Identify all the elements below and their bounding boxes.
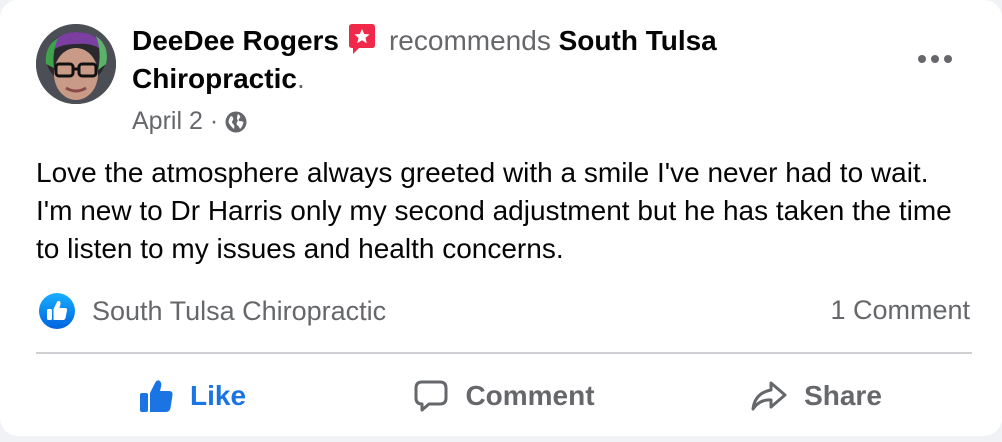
post-body: Love the atmosphere always greeted with … — [36, 157, 952, 264]
post-meta: April 2 · — [132, 104, 248, 138]
globe-icon — [224, 109, 248, 133]
recommend-star-icon — [347, 23, 377, 55]
comment-button[interactable]: Comment — [348, 366, 660, 426]
action-bar: Like Comment Share — [36, 366, 972, 426]
action-divider — [36, 352, 972, 354]
post-header: DeeDee Rogers recommends South Tulsa Chir… — [132, 22, 822, 98]
reaction-summary[interactable]: South Tulsa Chiropractic — [38, 292, 386, 330]
comment-count[interactable]: 1 Comment — [830, 295, 970, 326]
author-avatar[interactable] — [36, 24, 116, 104]
comment-label: Comment — [465, 380, 595, 411]
review-post-card: DeeDee Rogers recommends South Tulsa Chir… — [0, 0, 1002, 436]
post-date[interactable]: April 2 — [132, 104, 203, 138]
share-label: Share — [804, 380, 882, 411]
like-button[interactable]: Like — [36, 366, 348, 426]
more-options-button[interactable] — [912, 44, 958, 76]
thumbs-up-icon — [139, 380, 173, 412]
author-name[interactable]: DeeDee Rogers — [132, 25, 339, 56]
ellipsis-icon — [917, 51, 953, 69]
share-arrow-icon — [751, 381, 787, 411]
reaction-names[interactable]: South Tulsa Chiropractic — [92, 296, 386, 327]
header-period: . — [296, 63, 305, 94]
comment-bubble-icon — [414, 380, 448, 412]
share-button[interactable]: Share — [660, 366, 972, 426]
recommends-label: recommends — [388, 25, 551, 56]
meta-separator: · — [209, 107, 219, 135]
like-label: Like — [189, 380, 247, 411]
like-badge-icon — [38, 292, 76, 330]
